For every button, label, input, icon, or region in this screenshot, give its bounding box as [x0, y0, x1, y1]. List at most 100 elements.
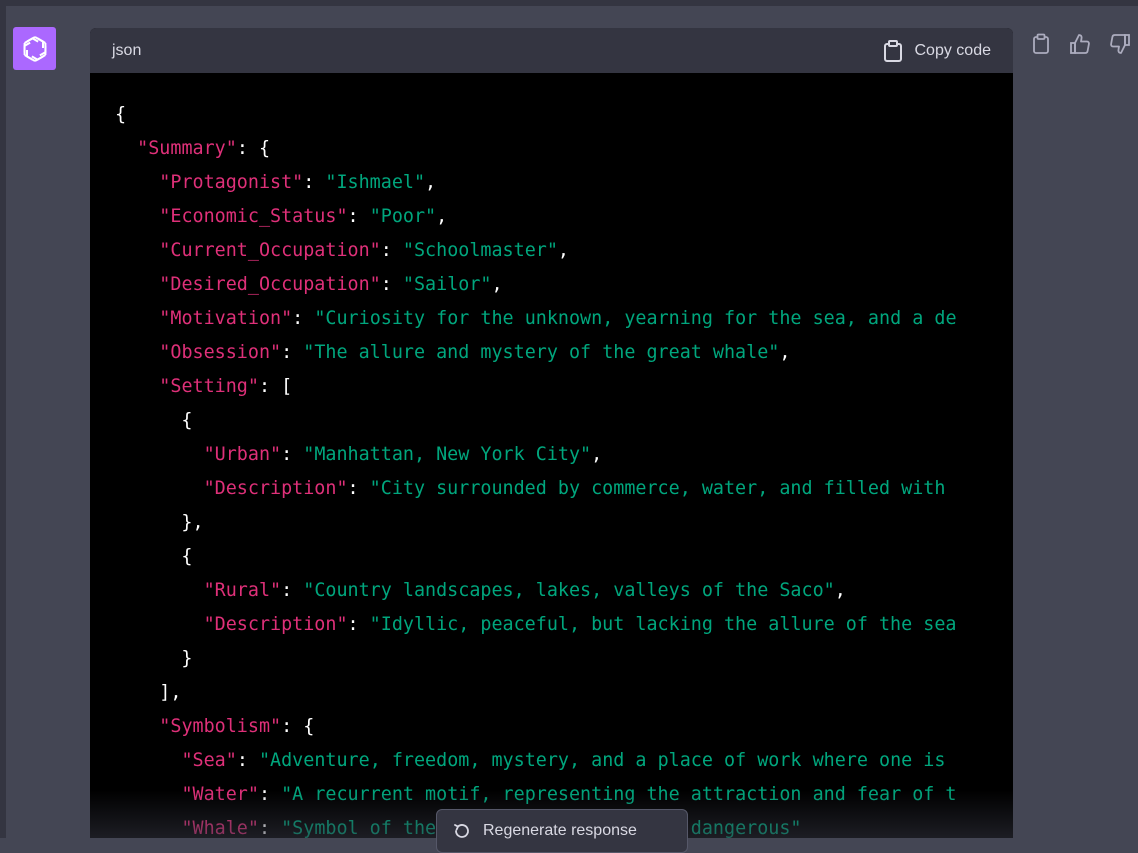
- json-punctuation: },: [115, 512, 204, 533]
- copy-code-label: Copy code: [914, 41, 992, 59]
- code-line: ],: [115, 676, 1013, 710]
- json-punctuation: [115, 308, 159, 329]
- thumbs-up-button[interactable]: [1069, 33, 1091, 55]
- json-punctuation: ,: [779, 342, 791, 363]
- json-string: "Ishmael": [325, 172, 426, 193]
- json-key: "Summary": [137, 138, 237, 159]
- regenerate-response-button[interactable]: Regenerate response: [436, 809, 688, 853]
- json-string: "Sailor": [402, 274, 492, 295]
- json-key: "Whale": [181, 818, 259, 838]
- json-punctuation: {: [115, 410, 193, 431]
- json-key: "Setting": [159, 376, 259, 397]
- thumbs-down-icon: [1110, 34, 1130, 54]
- json-key: "Economic_Status": [159, 206, 348, 227]
- code-line: "Setting": [: [115, 370, 1013, 404]
- copy-message-button[interactable]: [1031, 33, 1051, 55]
- code-line: "Obsession": "The allure and mystery of …: [115, 336, 1013, 370]
- json-punctuation: [115, 614, 204, 635]
- code-line: }: [115, 642, 1013, 676]
- json-punctuation: [115, 580, 204, 601]
- json-key: "Description": [203, 614, 348, 635]
- json-punctuation: [115, 784, 181, 805]
- json-string: "City surrounded by commerce, water, and…: [369, 478, 946, 499]
- json-string: "Curiosity for the unknown, yearning for…: [314, 308, 957, 329]
- json-string: "Country landscapes, lakes, valleys of t…: [303, 580, 835, 601]
- openai-logo-icon: [23, 35, 46, 62]
- code-line: "Desired_Occupation": "Sailor",: [115, 268, 1013, 302]
- json-punctuation: ,: [425, 172, 437, 193]
- json-punctuation: : {: [236, 138, 271, 159]
- json-punctuation: ,: [557, 240, 569, 261]
- thumbs-down-button[interactable]: [1109, 33, 1131, 55]
- json-key: "Protagonist": [159, 172, 304, 193]
- code-line: "Summary": {: [115, 132, 1013, 166]
- json-string: "Poor": [369, 206, 437, 227]
- code-content: { "Summary": { "Protagonist": "Ishmael",…: [90, 73, 1013, 838]
- json-punctuation: [115, 478, 204, 499]
- json-punctuation: [115, 444, 204, 465]
- left-border: [0, 0, 6, 838]
- json-punctuation: : [: [258, 376, 293, 397]
- json-string: "Adventure, freedom, mystery, and a plac…: [258, 750, 946, 771]
- assistant-avatar: [13, 27, 56, 70]
- json-punctuation: [115, 172, 159, 193]
- json-punctuation: [115, 138, 137, 159]
- json-key: "Description": [203, 478, 348, 499]
- json-key: "Desired_Occupation": [159, 274, 381, 295]
- json-punctuation: :: [281, 580, 304, 601]
- json-punctuation: :: [347, 206, 370, 227]
- json-key: "Sea": [181, 750, 237, 771]
- code-line: "Symbolism": {: [115, 710, 1013, 744]
- json-punctuation: :: [281, 342, 304, 363]
- code-line: "Water": "A recurrent motif, representin…: [115, 778, 1013, 812]
- json-punctuation: [115, 750, 181, 771]
- json-punctuation: {: [115, 546, 193, 567]
- json-string: "The allure and mystery of the great wha…: [303, 342, 780, 363]
- json-key: "Urban": [203, 444, 282, 465]
- json-punctuation: [115, 376, 159, 397]
- json-punctuation: :: [347, 478, 370, 499]
- json-key: "Current_Occupation": [159, 240, 381, 261]
- json-punctuation: :: [281, 444, 304, 465]
- json-punctuation: ,: [591, 444, 603, 465]
- code-line: "Motivation": "Curiosity for the unknown…: [115, 302, 1013, 336]
- code-line: "Rural": "Country landscapes, lakes, val…: [115, 574, 1013, 608]
- clipboard-icon: [1033, 33, 1049, 54]
- json-punctuation: ,: [834, 580, 846, 601]
- refresh-icon: [454, 824, 469, 838]
- json-string: "A recurrent motif, representing the att…: [281, 784, 957, 805]
- code-line: {: [115, 404, 1013, 438]
- json-key: "Symbolism": [159, 716, 282, 737]
- thumbs-up-icon: [1070, 34, 1090, 54]
- json-punctuation: :: [258, 818, 282, 838]
- json-string: "Manhattan, New York City": [303, 444, 592, 465]
- regenerate-response-label: Regenerate response: [483, 822, 637, 839]
- json-punctuation: :: [292, 308, 315, 329]
- code-line: "Sea": "Adventure, freedom, mystery, and…: [115, 744, 1013, 778]
- copy-code-button[interactable]: Copy code: [883, 39, 992, 62]
- code-line: },: [115, 506, 1013, 540]
- json-punctuation: [115, 716, 159, 737]
- json-punctuation: [115, 818, 181, 838]
- code-line: "Description": "City surrounded by comme…: [115, 472, 1013, 506]
- code-line: "Economic_Status": "Poor",: [115, 200, 1013, 234]
- code-line: "Description": "Idyllic, peaceful, but l…: [115, 608, 1013, 642]
- json-key: "Obsession": [159, 342, 282, 363]
- code-line: "Urban": "Manhattan, New York City",: [115, 438, 1013, 472]
- json-punctuation: ,: [436, 206, 448, 227]
- code-header: json Copy code: [90, 28, 1013, 73]
- code-line: {: [115, 540, 1013, 574]
- json-string: "Schoolmaster": [402, 240, 558, 261]
- top-border: [0, 0, 1138, 6]
- json-punctuation: :: [236, 750, 259, 771]
- json-punctuation: :: [303, 172, 326, 193]
- code-language-label: json: [112, 41, 142, 59]
- json-key: "Water": [181, 784, 259, 805]
- json-punctuation: [115, 342, 159, 363]
- json-punctuation: [115, 274, 159, 295]
- json-punctuation: [115, 240, 159, 261]
- json-punctuation: ],: [115, 682, 182, 703]
- json-key: "Motivation": [159, 308, 293, 329]
- json-string: "Idyllic, peaceful, but lacking the allu…: [369, 614, 957, 635]
- code-line: "Protagonist": "Ishmael",: [115, 166, 1013, 200]
